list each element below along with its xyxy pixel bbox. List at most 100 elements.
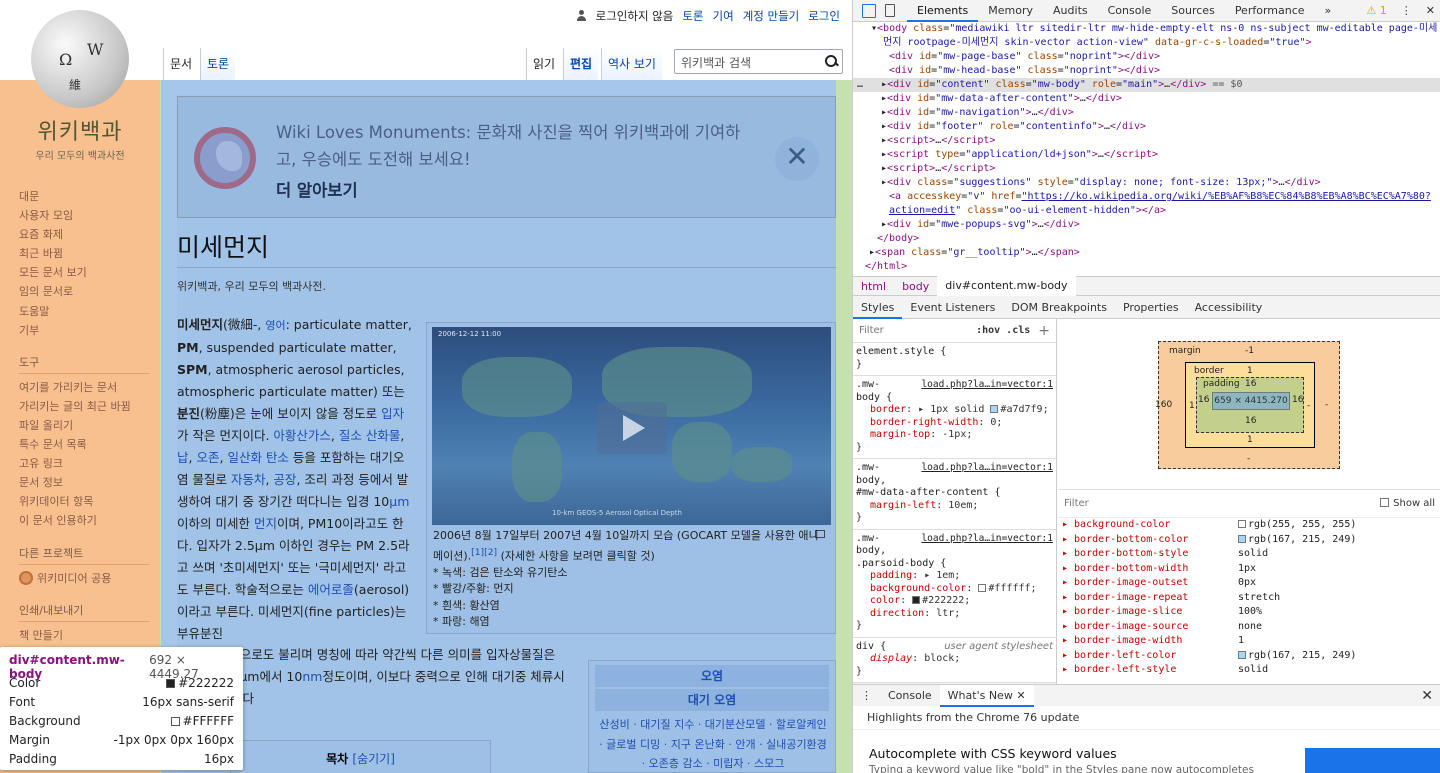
sidebar-item[interactable]: 요즘 화제 <box>19 225 149 244</box>
dom-node[interactable]: ▸<div id="mwe-popups-svg">…</div> <box>853 218 1440 232</box>
new-rule-icon[interactable]: + <box>1038 323 1050 339</box>
tab-audits[interactable]: Audits <box>1043 0 1098 22</box>
sidebar-item[interactable]: 최근 바뀜 <box>19 244 149 263</box>
tab-sources[interactable]: Sources <box>1161 0 1225 22</box>
styles-filter-input[interactable]: Filter :hov .cls + <box>853 319 1056 343</box>
sidebar-item-commons[interactable]: 위키미디어 공용 <box>19 569 149 588</box>
sidebar-item[interactable]: 모든 문서 보기 <box>19 263 149 282</box>
computed-property[interactable]: ▸ border-image-width 1 <box>1058 634 1440 649</box>
tab-talk[interactable]: 토론 <box>200 48 236 80</box>
dom-node[interactable]: action=edit" class="oo-ui-element-hidden… <box>853 204 1440 218</box>
tab-console[interactable]: Console <box>880 685 940 707</box>
box-model-content[interactable]: 659 × 4415.270 <box>1212 392 1290 410</box>
style-rule[interactable]: load.php?la…in=vector:1 .mw-body {border:… <box>853 376 1056 459</box>
dom-node[interactable]: <div id="mw-page-base" class="noprint"><… <box>853 50 1440 64</box>
tab-read[interactable]: 읽기 <box>526 48 562 80</box>
sidebar-item[interactable]: 이 문서 인용하기 <box>19 511 149 530</box>
dom-node-selected[interactable]: … ▸<div id="content" class="mw-body" rol… <box>853 78 1440 92</box>
caption-reference[interactable]: [1][2] <box>471 547 497 558</box>
search-input[interactable]: 위키백과 검색 <box>674 49 843 74</box>
sidebar-item[interactable]: 가리키는 글의 최근 바뀜 <box>19 397 149 416</box>
tab-dom-breakpoints[interactable]: DOM Breakpoints <box>1003 296 1115 319</box>
tab-styles[interactable]: Styles <box>853 296 903 319</box>
close-drawer-icon[interactable]: ✕ <box>1421 688 1433 704</box>
play-icon[interactable] <box>597 402 667 454</box>
dom-node[interactable]: ▸<script>…</script> <box>853 162 1440 176</box>
sidebar-item[interactable]: 고유 링크 <box>19 454 149 473</box>
dom-node[interactable]: ▸<div id="footer" role="contentinfo">…</… <box>853 120 1440 134</box>
computed-property[interactable]: ▸ border-left-style solid <box>1058 663 1440 678</box>
feature-title[interactable]: Autocomplete with CSS keyword values <box>869 746 1117 761</box>
dom-node[interactable]: </html> <box>853 260 1440 274</box>
search-icon[interactable] <box>825 55 838 68</box>
drawer-menu-icon[interactable]: ⋮ <box>853 685 880 707</box>
breadcrumb-item[interactable]: html <box>853 280 894 293</box>
computed-property[interactable]: ▸ border-bottom-width 1px <box>1058 562 1440 577</box>
sidebar-item[interactable]: 여기를 가리키는 문서 <box>19 378 149 397</box>
tab-whats-new[interactable]: What's New ✕ <box>939 684 1034 707</box>
device-toolbar-icon[interactable] <box>885 4 895 17</box>
navbox-links[interactable]: 산성비 · 대기질 지수 · 대기분산모델 · 할로알케인 · 글로벌 디밍 ·… <box>597 715 829 773</box>
show-all-checkbox[interactable]: Show all <box>1380 498 1435 509</box>
computed-property[interactable]: ▸ border-bottom-style solid <box>1058 547 1440 562</box>
sidebar-item[interactable]: 위키데이터 항목 <box>19 492 149 511</box>
aerosol-video[interactable]: 2006-12-12 11:00 10-km GEOS-5 Aerosol Op… <box>432 327 831 525</box>
dom-node[interactable]: <div id="mw-head-base" class="noprint"><… <box>853 64 1440 78</box>
breadcrumb-item[interactable]: body <box>894 280 937 293</box>
learn-more-link[interactable]: 더 알아보기 <box>276 177 358 201</box>
more-tabs-button[interactable]: » <box>1315 0 1342 22</box>
dom-node[interactable]: 먼지 rootpage-미세먼지 skin-vector action-view… <box>853 36 1440 50</box>
sidebar-item[interactable]: 대문 <box>19 187 149 206</box>
dom-node[interactable]: ▾<body class="mediawiki ltr sitedir-ltr … <box>853 22 1440 36</box>
tab-edit[interactable]: 편집 <box>563 48 599 80</box>
style-rule[interactable]: load.php?la…in=vector:1 .mw-body, #mw-data… <box>853 459 1056 530</box>
contributions-link[interactable]: 기여 <box>713 8 734 24</box>
tab-article[interactable]: 문서 <box>163 48 199 80</box>
dom-node[interactable]: ▸<div class="suggestions" style="display… <box>853 176 1440 190</box>
dom-node[interactable]: <a accesskey="v" href="https://ko.wikipe… <box>853 190 1440 204</box>
tab-history[interactable]: 역사 보기 <box>601 48 662 80</box>
login-link[interactable]: 로그인 <box>808 8 840 24</box>
computed-property[interactable]: ▸ background-color rgb(255, 255, 255) <box>1058 518 1440 533</box>
tab-memory[interactable]: Memory <box>978 0 1043 22</box>
breadcrumb-item[interactable]: div#content.mw-body <box>937 276 1076 296</box>
style-rule[interactable]: element.style {} <box>853 343 1056 376</box>
talk-link[interactable]: 토론 <box>682 8 703 24</box>
computed-filter-input[interactable]: Filter Show all <box>1058 490 1440 518</box>
tab-elements[interactable]: Elements <box>907 0 979 22</box>
tab-event-listeners[interactable]: Event Listeners <box>902 296 1003 319</box>
dom-node[interactable]: </body> <box>853 232 1440 246</box>
navbox-subtitle[interactable]: 대기 오염 <box>595 689 829 711</box>
toc-toggle[interactable]: [숨기기] <box>352 752 394 766</box>
dom-node[interactable]: ▸<script type="application/ld+json">…</s… <box>853 148 1440 162</box>
dom-node[interactable]: ▸<span class="gr__tooltip">…</span> <box>853 246 1440 260</box>
sidebar-item[interactable]: 도움말 <box>19 302 149 321</box>
banner-text[interactable]: Wiki Loves Monuments: 문화재 사진을 찍어 위키백과에 기… <box>276 119 756 173</box>
style-rule[interactable]: load.php?la…in=vector:1 .mw-body, .parsoid… <box>853 530 1056 638</box>
wikipedia-logo[interactable]: Ω W 維 위키백과 우리 모두의 백과사전 <box>20 10 140 162</box>
sidebar-item[interactable]: 문서 정보 <box>19 473 149 492</box>
dom-node[interactable]: ▸<div id="mw-data-after-content">…</div> <box>853 92 1440 106</box>
tab-performance[interactable]: Performance <box>1225 0 1315 22</box>
dom-node[interactable]: ▸<script>…</script> <box>853 134 1440 148</box>
inspect-element-icon[interactable] <box>862 3 876 18</box>
tab-properties[interactable]: Properties <box>1115 296 1187 319</box>
navbox-title[interactable]: 오염 <box>595 665 829 687</box>
computed-property[interactable]: ▸ border-left-color rgb(167, 215, 249) <box>1058 649 1440 664</box>
sidebar-item[interactable]: 기부 <box>19 321 149 340</box>
sidebar-item-book[interactable]: 책 만들기 <box>19 626 149 645</box>
computed-property[interactable]: ▸ border-bottom-color rgb(167, 215, 249) <box>1058 533 1440 548</box>
close-devtools-icon[interactable]: ✕ <box>1426 0 1435 22</box>
tab-accessibility[interactable]: Accessibility <box>1187 296 1271 319</box>
box-model-border[interactable]: border 1 1 - 1 padding 16 16 16 16 659 ×… <box>1185 362 1315 448</box>
sidebar-item[interactable]: 사용자 모임 <box>19 206 149 225</box>
warning-icon[interactable]: ⚠ 1 <box>1366 0 1386 22</box>
hov-cls-toggle[interactable]: :hov .cls <box>976 325 1030 336</box>
sidebar-item[interactable]: 파일 올리기 <box>19 416 149 435</box>
box-model-margin[interactable]: margin -1 160 - - border 1 1 - 1 padding… <box>1155 341 1340 469</box>
dom-node[interactable]: ▸<div id="mw-navigation">…</div> <box>853 106 1440 120</box>
tab-console[interactable]: Console <box>1098 0 1162 22</box>
kebab-menu-icon[interactable]: ⋮ <box>1401 0 1412 22</box>
computed-property[interactable]: ▸ border-image-slice 100% <box>1058 605 1440 620</box>
computed-property[interactable]: ▸ border-image-repeat stretch <box>1058 591 1440 606</box>
